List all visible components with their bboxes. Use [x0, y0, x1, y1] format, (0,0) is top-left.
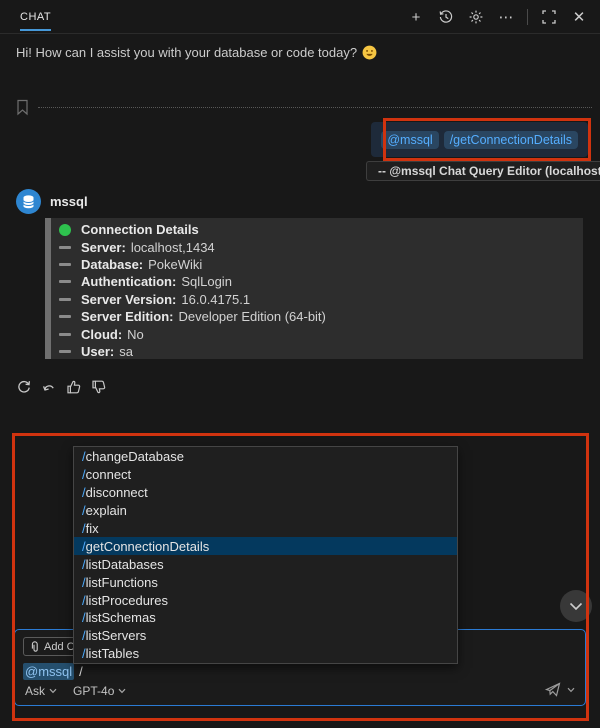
- detail-row: Server: localhost,1434: [45, 238, 583, 255]
- context-label: -- @mssql Chat Query Editor (localhost,1: [378, 164, 600, 178]
- block-scrollbar[interactable]: [45, 218, 51, 359]
- dash-bullet: [59, 315, 71, 319]
- tab-active-underline: [20, 28, 52, 31]
- history-icon: [439, 10, 453, 23]
- thumbs-up-icon: [67, 380, 81, 394]
- send-button[interactable]: [544, 681, 562, 698]
- bookmark-icon[interactable]: [16, 99, 29, 116]
- chat-panel: CHAT + ⋯ ✕ Hi! How can I assist you with…: [0, 0, 600, 728]
- slash-command-item[interactable]: / listTables: [74, 645, 457, 663]
- thumbs-down-icon: [92, 380, 106, 394]
- more-actions-button[interactable]: ⋯: [495, 6, 517, 28]
- chevron-down-icon: [49, 688, 57, 694]
- regenerate-button[interactable]: [16, 379, 32, 395]
- tab-chat[interactable]: CHAT: [20, 0, 52, 34]
- chevron-down-icon: [567, 687, 575, 692]
- panel-header: CHAT + ⋯ ✕: [0, 0, 600, 34]
- mode-picker[interactable]: Ask: [25, 684, 57, 698]
- user-message-bubble[interactable]: @mssql /getConnectionDetails: [371, 122, 588, 157]
- slash-command-item[interactable]: / changeDatabase: [74, 448, 457, 466]
- connection-details-block: Connection Details Server: localhost,1434…: [45, 218, 583, 359]
- close-button[interactable]: ✕: [568, 6, 590, 28]
- dash-bullet: [59, 349, 71, 353]
- more-icon: ⋯: [498, 9, 514, 26]
- detail-row: Database: PokeWiki: [45, 256, 583, 273]
- connection-title-row: Connection Details: [45, 221, 583, 238]
- detail-row: Authentication: SqlLogin: [45, 273, 583, 290]
- green-status-icon: [59, 223, 71, 236]
- context-attachment-row[interactable]: -- @mssql Chat Query Editor (localhost,1: [366, 161, 600, 181]
- send-options-button[interactable]: [567, 687, 575, 693]
- request-divider: [14, 98, 592, 118]
- paperclip-icon: [31, 640, 38, 652]
- unhelpful-button[interactable]: [91, 379, 107, 395]
- detail-row: User: sa: [45, 343, 583, 360]
- typed-text: /: [79, 664, 83, 679]
- dotted-separator: [38, 107, 592, 108]
- response-actions: [16, 379, 107, 395]
- history-button[interactable]: [435, 6, 457, 28]
- agent-header: mssql: [16, 189, 88, 214]
- dash-bullet: [59, 332, 71, 336]
- greeting-text: Hi! How can I assist you with your datab…: [16, 45, 358, 60]
- helpful-button[interactable]: [66, 379, 82, 395]
- undo-icon: [42, 385, 54, 391]
- detail-row: Server Edition: Developer Edition (64-bit…: [45, 308, 583, 325]
- slash-command-item[interactable]: / disconnect: [74, 484, 457, 502]
- new-chat-button[interactable]: +: [405, 6, 427, 28]
- add-context-label: Add C: [44, 640, 75, 653]
- slash-command-item[interactable]: / listFunctions: [74, 573, 457, 591]
- prompt-text[interactable]: @mssql /: [23, 663, 83, 680]
- header-separator: [527, 9, 528, 25]
- assistant-greeting: Hi! How can I assist you with your datab…: [16, 45, 377, 60]
- slash-command-item[interactable]: / explain: [74, 502, 457, 520]
- model-label: GPT-4o: [73, 684, 115, 698]
- refresh-icon: [18, 380, 31, 393]
- maximize-icon: [542, 10, 556, 24]
- chevron-down-icon: [118, 688, 126, 694]
- slash-command-dropdown: / changeDatabase / connect / disconnect / ex…: [73, 446, 458, 664]
- maximize-button[interactable]: [538, 6, 560, 28]
- mssql-avatar: [16, 189, 41, 214]
- command-chip[interactable]: /getConnectionDetails: [443, 130, 578, 149]
- slash-command-item[interactable]: / listDatabases: [74, 555, 457, 573]
- connection-title: Connection Details: [81, 222, 199, 238]
- tab-chat-label: CHAT: [20, 10, 52, 23]
- slash-command-item[interactable]: / connect: [74, 466, 457, 484]
- detail-row: Cloud: No: [45, 325, 583, 342]
- mention-token: @mssql: [23, 663, 75, 680]
- send-icon: [544, 682, 561, 697]
- mention-chip[interactable]: @mssql: [381, 130, 439, 149]
- dash-bullet: [59, 262, 71, 266]
- scroll-to-bottom-button[interactable]: [560, 590, 592, 622]
- chevron-down-icon: [569, 602, 583, 610]
- smiley-emoji-icon: [362, 45, 377, 60]
- settings-button[interactable]: [465, 6, 487, 28]
- dash-bullet: [59, 297, 71, 301]
- mode-label: Ask: [25, 684, 46, 698]
- close-icon: ✕: [572, 9, 586, 26]
- dash-bullet: [59, 280, 71, 284]
- avatar-database-icon: [23, 194, 34, 208]
- agent-name: mssql: [50, 194, 88, 209]
- detail-row: Server Version: 16.0.4175.1: [45, 291, 583, 308]
- slash-command-item[interactable]: / listServers: [74, 627, 457, 645]
- gear-icon: [469, 10, 483, 24]
- slash-command-item[interactable]: / fix: [74, 520, 457, 538]
- dash-bullet: [59, 245, 71, 249]
- model-picker[interactable]: GPT-4o: [73, 684, 126, 698]
- slash-command-item-selected[interactable]: / getConnectionDetails: [74, 537, 457, 556]
- slash-command-item[interactable]: / listSchemas: [74, 609, 457, 627]
- plus-icon: +: [411, 8, 421, 26]
- slash-command-item[interactable]: / listProcedures: [74, 591, 457, 609]
- undo-button[interactable]: [41, 379, 57, 395]
